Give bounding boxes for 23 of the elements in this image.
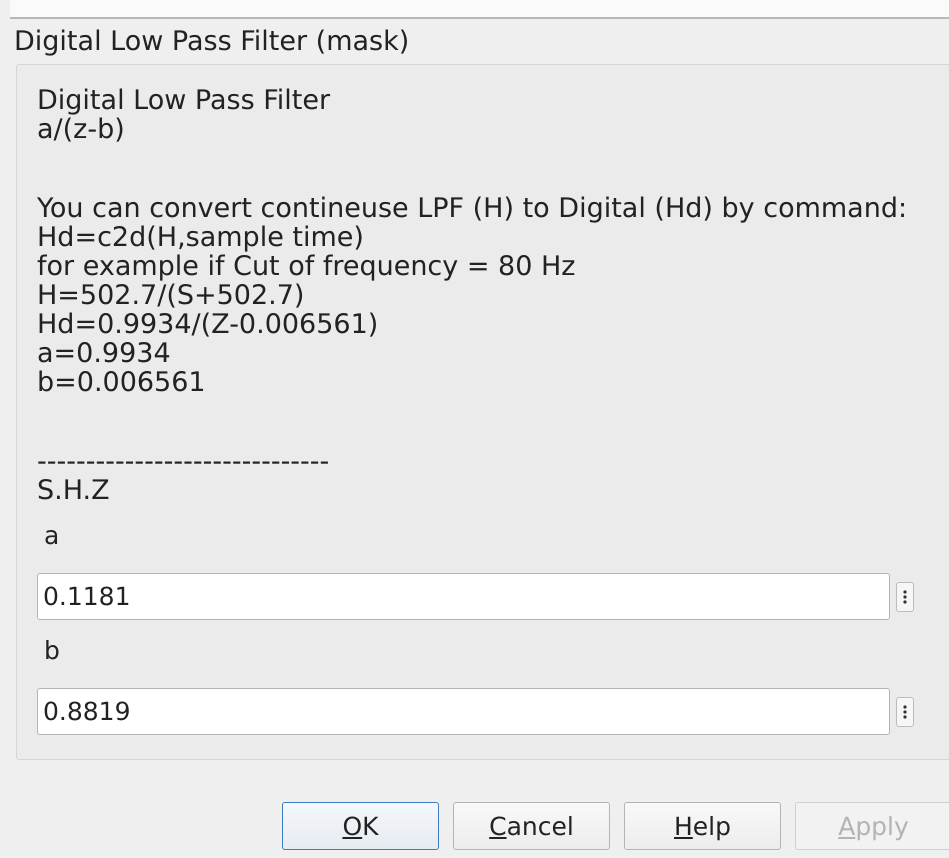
description-text: H=502.7/(S+502.7) [37,281,306,310]
dialog-button[interactable]: Cancel [453,802,610,850]
parameter-label: b [43,636,61,666]
description-text: ------------------------------ [37,447,330,476]
more-options-button[interactable] [896,582,914,612]
description-text: Digital Low Pass Filter [37,86,332,115]
description-text: b=0.006561 [37,368,207,397]
description-text: a/(z-b) [37,115,126,144]
description-text: a=0.9934 [37,339,172,368]
description-text: Hd=0.9934/(Z-0.006561) [37,310,380,339]
window-title: Digital Low Pass Filter (mask) [13,25,410,59]
vertical-dots-icon [903,704,907,718]
parameter-field[interactable]: 0.8819 [37,688,890,735]
description-text: for example if Cut of frequency = 80 Hz [37,252,576,281]
dialog-button[interactable]: Help [624,802,781,850]
description-text: S.H.Z [37,476,111,505]
parameter-field[interactable]: 0.1181 [37,573,890,620]
description-text: You can convert contineuse LPF (H) to Digital (Hd) by command: [37,194,908,223]
more-options-button[interactable] [896,696,914,726]
vertical-dots-icon [903,590,907,604]
parameter-label: a [43,521,60,551]
dialog-button[interactable]: OK [282,802,439,850]
description-text: Hd=c2d(H,sample time) [37,223,365,252]
